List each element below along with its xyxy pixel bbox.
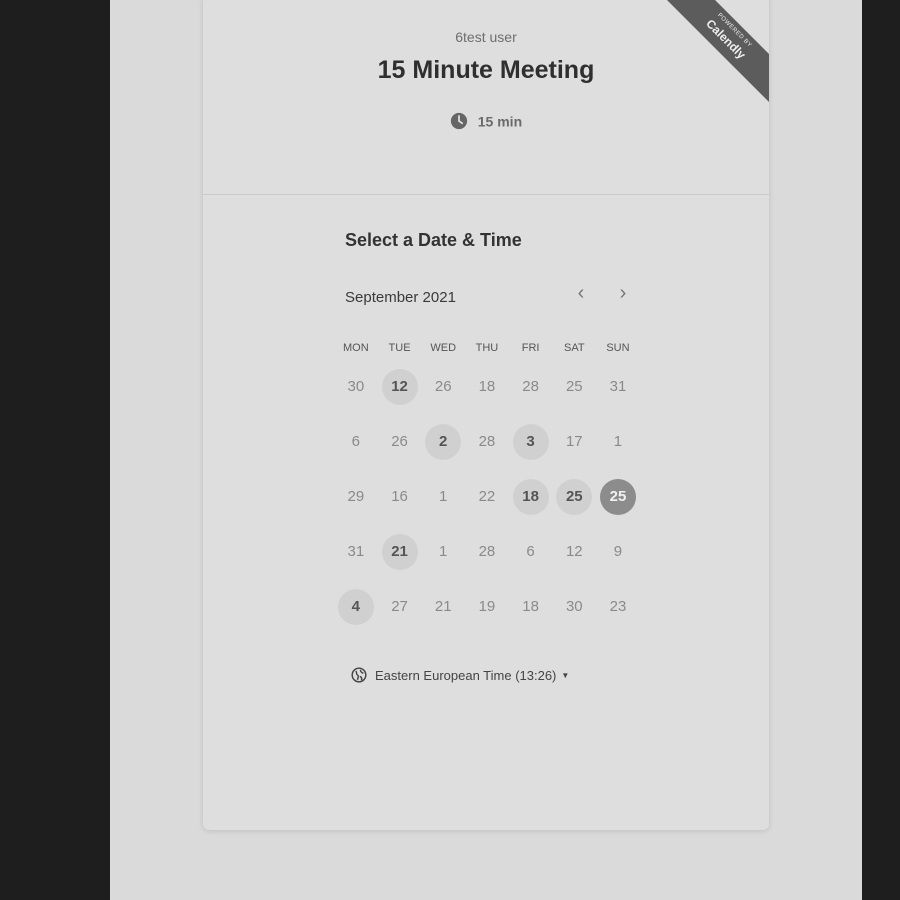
day-number: 29 [347, 488, 365, 505]
day-number: 1 [439, 543, 448, 560]
calendar-day: 22 [465, 475, 509, 519]
day-number: 21 [381, 533, 418, 570]
day-number: 31 [347, 543, 365, 560]
calendar-day: 6 [509, 530, 553, 574]
calendar-day: 16 [378, 475, 422, 519]
day-number: 28 [478, 543, 496, 560]
calendar-week-row: 4 27 21 19 18 30 23 [334, 579, 640, 634]
day-number: 19 [478, 598, 496, 615]
available-date-button[interactable]: 25 [552, 475, 596, 519]
day-number: 1 [439, 488, 448, 505]
weekday-label: WED [430, 342, 457, 354]
day-number: 9 [613, 543, 623, 560]
section-title: Select a Date & Time [345, 230, 522, 250]
weekday-label: SUN [606, 342, 630, 354]
available-date-button[interactable]: 21 [378, 530, 422, 574]
day-number: 25 [599, 478, 636, 515]
calendar-day: 17 [552, 420, 596, 464]
calendar-day: 18 [509, 585, 553, 629]
day-number: 28 [478, 433, 496, 450]
available-date-button[interactable]: 12 [378, 365, 422, 409]
day-number: 25 [565, 378, 583, 395]
weekday-label: MON [343, 342, 369, 354]
calendar-day: 26 [421, 365, 465, 409]
calendar-day: 1 [421, 475, 465, 519]
day-number: 6 [351, 433, 361, 450]
calendar-week-row: 29 16 1 22 18 25 25 [334, 469, 640, 524]
available-date-button[interactable]: 2 [421, 420, 465, 464]
globe-icon [351, 667, 367, 683]
day-number: 23 [609, 598, 627, 615]
weekday-label: SAT [563, 342, 585, 354]
calendar-day: 31 [596, 365, 640, 409]
calendar-day: 18 [465, 365, 509, 409]
available-date-button[interactable]: 18 [509, 475, 553, 519]
caret-down-icon: ▼ [561, 670, 570, 680]
day-number: 30 [347, 378, 365, 395]
calendar-week-row: 30 12 26 18 28 25 31 [334, 359, 640, 414]
selected-date-button[interactable]: 25 [596, 475, 640, 519]
next-month-button[interactable]: › [611, 282, 635, 306]
day-number: 12 [381, 368, 418, 405]
day-number: 6 [526, 543, 535, 560]
calendar-day: 28 [465, 530, 509, 574]
calendar-day: 30 [552, 585, 596, 629]
prev-month-button[interactable]: ‹ [569, 282, 593, 306]
timezone-selector[interactable]: Eastern European Time (13:26) ▼ [351, 667, 569, 683]
day-number: 4 [337, 588, 374, 625]
calendar-day: 12 [552, 530, 596, 574]
calendar-day: 21 [421, 585, 465, 629]
weekday-label: THU [475, 342, 499, 354]
day-number: 31 [609, 378, 627, 395]
day-number: 18 [478, 378, 496, 395]
calendar-day: 1 [421, 530, 465, 574]
day-number: 27 [391, 598, 408, 615]
day-number: 26 [391, 433, 408, 450]
day-number: 1 [613, 433, 623, 450]
calendar-day: 25 [552, 365, 596, 409]
calendar-day: 23 [596, 585, 640, 629]
day-number: 18 [512, 478, 549, 515]
calendar-day: 1 [596, 420, 640, 464]
calendar-day: 30 [334, 365, 378, 409]
day-number: 30 [565, 598, 583, 615]
weekday-header: MON TUE WED THU FRI SAT SUN [334, 342, 640, 354]
event-duration: 15 min [203, 112, 769, 130]
day-number: 21 [434, 598, 452, 615]
weekday-label: FRI [521, 342, 540, 354]
day-number: 22 [478, 488, 496, 505]
day-number: 26 [434, 378, 452, 395]
weekday-label: TUE [388, 342, 411, 354]
month-label: September 2021 [345, 289, 456, 306]
day-number: 16 [391, 488, 408, 505]
duration-label: 15 min [477, 113, 523, 130]
clock-icon [450, 113, 467, 130]
calendar-week-row: 6 26 2 28 3 17 1 [334, 414, 640, 469]
day-number: 25 [556, 478, 593, 515]
available-date-button[interactable]: 4 [334, 585, 378, 629]
day-number: 17 [565, 433, 583, 450]
calendar-grid: 30 12 26 18 28 25 31 6 26 2 28 3 17 1 29 16 1 22 18 25 25 31 2… [334, 359, 640, 634]
calendar-day: 28 [465, 420, 509, 464]
calendar-day: 29 [334, 475, 378, 519]
calendar-day: 6 [334, 420, 378, 464]
day-number: 12 [565, 543, 583, 560]
day-number: 18 [522, 598, 539, 615]
powered-by-ribbon[interactable]: POWERED BY Calendly [659, 0, 769, 104]
day-number: 3 [512, 423, 549, 460]
calendar-day: 28 [509, 365, 553, 409]
calendar-day: 31 [334, 530, 378, 574]
event-header: 6test user 15 Minute Meeting 15 min POWE… [203, 0, 769, 195]
day-number: 2 [425, 423, 462, 460]
day-number: 28 [522, 378, 539, 395]
booking-card: 6test user 15 Minute Meeting 15 min POWE… [203, 0, 769, 830]
calendar-day: 27 [378, 585, 422, 629]
available-date-button[interactable]: 3 [509, 420, 553, 464]
timezone-label: Eastern European Time (13:26) [375, 667, 557, 683]
calendar-day: 26 [378, 420, 422, 464]
calendar-day: 9 [596, 530, 640, 574]
calendar-week-row: 31 21 1 28 6 12 9 [334, 524, 640, 579]
calendar-day: 19 [465, 585, 509, 629]
ribbon-band: POWERED BY Calendly [662, 0, 769, 103]
